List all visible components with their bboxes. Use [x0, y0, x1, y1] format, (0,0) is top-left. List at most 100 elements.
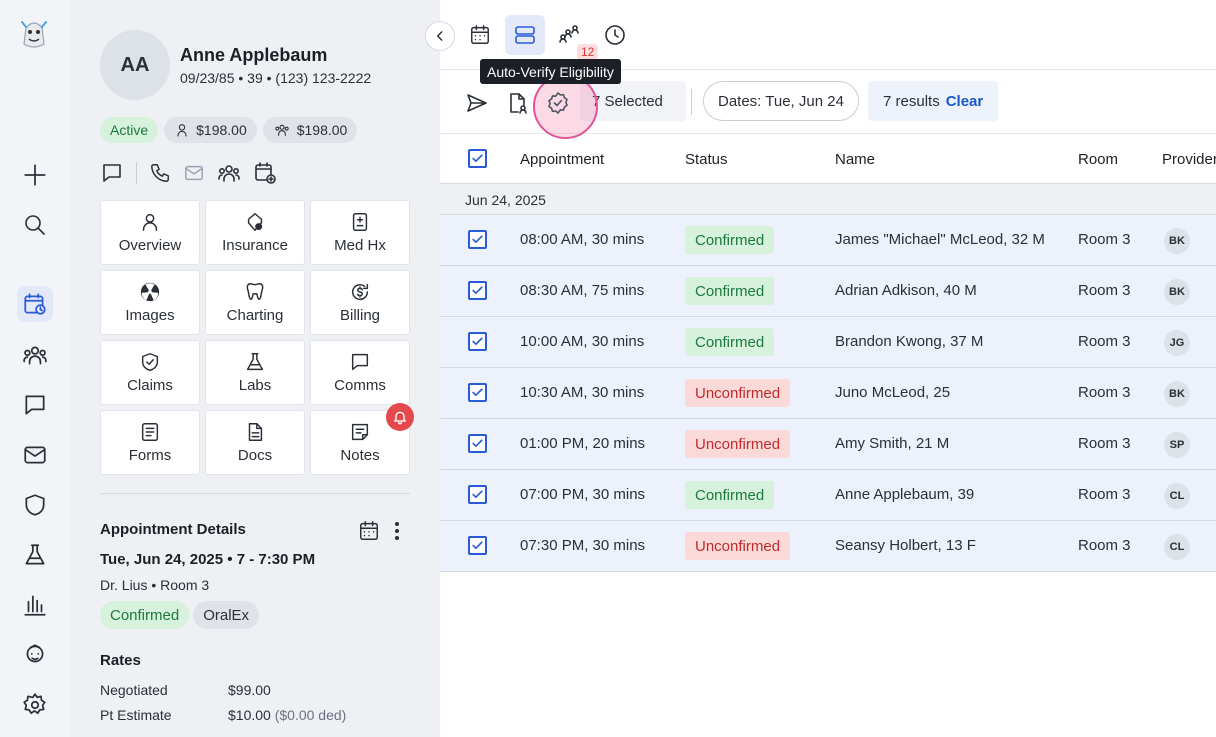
table-row[interactable]: 08:00 AM, 30 mins Confirmed James "Michael…	[440, 215, 1216, 266]
appointment-time: 08:00 AM, 30 mins	[520, 231, 645, 248]
patient-balance-badge[interactable]: $198.00	[164, 117, 257, 143]
tile-notes[interactable]: Notes	[310, 403, 414, 475]
row-checkbox[interactable]	[468, 281, 487, 300]
patient-name-cell[interactable]: Juno McLeod, 25	[835, 384, 950, 401]
patient-name-cell[interactable]: James "Michael" McLeod, 32 M	[835, 231, 1045, 248]
more-options-icon[interactable]	[394, 521, 400, 541]
rate-label: Negotiated	[100, 682, 168, 698]
column-header-name[interactable]: Name	[835, 151, 875, 168]
history-button[interactable]	[595, 15, 635, 55]
tile-label: Labs	[238, 377, 272, 394]
mail-icon[interactable]	[17, 437, 53, 473]
family-balance-value: $198.00	[296, 122, 348, 138]
collapse-panel-button[interactable]	[425, 21, 455, 51]
table-row[interactable]: 07:00 PM, 30 mins Confirmed Anne Applebaum…	[440, 470, 1216, 521]
medical-history-icon	[352, 213, 368, 231]
send-icon	[467, 94, 487, 112]
notification-bell-icon[interactable]	[386, 403, 414, 431]
patient-name-cell[interactable]: Anne Applebaum, 39	[835, 486, 974, 503]
tile-docs[interactable]: Docs	[205, 410, 305, 475]
patient-name-cell[interactable]: Brandon Kwong, 37 M	[835, 333, 983, 350]
room-cell: Room 3	[1078, 231, 1131, 248]
checkmark-icon	[472, 235, 483, 244]
chat-icon	[351, 353, 369, 371]
add-icon[interactable]	[17, 157, 53, 193]
tile-label: Billing	[339, 307, 381, 324]
row-checkbox[interactable]	[468, 383, 487, 402]
main-content: 12 Auto-Verify Eligibility 7 Selected Da…	[440, 0, 1216, 737]
clear-filters-link[interactable]: Clear	[946, 93, 984, 110]
search-icon[interactable]	[17, 207, 53, 243]
calendar-view-button[interactable]	[460, 15, 500, 55]
family-balance-badge[interactable]: $198.00	[262, 117, 358, 143]
row-checkbox[interactable]	[468, 485, 487, 504]
patient-avatar[interactable]: AA	[100, 30, 170, 100]
tile-images[interactable]: Images	[100, 270, 200, 335]
sms-icon[interactable]	[100, 161, 124, 185]
tile-labs[interactable]: Labs	[205, 340, 305, 405]
table-row[interactable]: 01:00 PM, 20 mins Unconfirmed Amy Smith, 2…	[440, 419, 1216, 470]
provider-icon[interactable]	[17, 637, 53, 673]
table-row[interactable]: 07:30 PM, 30 mins Unconfirmed Seansy Holbe…	[440, 521, 1216, 572]
status-badge: Confirmed	[685, 226, 775, 254]
tile-charting[interactable]: Charting	[205, 270, 305, 335]
results-count: 7 results	[883, 92, 940, 110]
tile-overview[interactable]: Overview	[100, 200, 200, 265]
patient-name-cell[interactable]: Amy Smith, 21 M	[835, 435, 949, 452]
app-logo[interactable]	[14, 14, 54, 54]
checkmark-icon	[472, 286, 483, 295]
table-row[interactable]: 08:30 AM, 75 mins Confirmed Adrian Adkison…	[440, 266, 1216, 317]
schedule-icon[interactable]	[17, 286, 53, 322]
patient-name-cell[interactable]: Seansy Holbert, 13 F	[835, 537, 976, 554]
rates-heading: Rates	[100, 652, 141, 669]
auto-verify-eligibility-button[interactable]	[543, 88, 573, 118]
tile-insurance[interactable]: Insurance	[205, 200, 305, 265]
table-row[interactable]: 10:30 AM, 30 mins Unconfirmed Juno McLeod,…	[440, 368, 1216, 419]
column-header-room[interactable]: Room	[1078, 151, 1118, 168]
phone-icon[interactable]	[149, 162, 171, 184]
row-checkbox[interactable]	[468, 536, 487, 555]
rate-value: $10.00	[228, 707, 271, 723]
patients-group-icon[interactable]	[17, 337, 53, 373]
appointment-actions	[358, 520, 400, 542]
tile-comms[interactable]: Comms	[310, 340, 410, 405]
tile-claims[interactable]: Claims	[100, 340, 200, 405]
messages-icon[interactable]	[17, 387, 53, 423]
tile-forms[interactable]: Forms	[100, 410, 200, 475]
patient-name-cell[interactable]: Adrian Adkison, 40 M	[835, 282, 977, 299]
email-icon[interactable]	[183, 162, 205, 184]
document-action-button[interactable]	[502, 88, 532, 118]
row-checkbox[interactable]	[468, 332, 487, 351]
contact-actions	[100, 161, 277, 185]
send-button[interactable]	[462, 88, 492, 118]
provider-avatar: BK	[1164, 228, 1190, 254]
clock-icon	[605, 25, 625, 45]
room-cell: Room 3	[1078, 282, 1131, 299]
settings-gear-icon[interactable]	[17, 687, 53, 723]
column-header-appointment[interactable]: Appointment	[520, 151, 604, 168]
calendar-icon[interactable]	[358, 520, 380, 542]
reports-chart-icon[interactable]	[17, 587, 53, 623]
family-members-icon[interactable]	[217, 161, 241, 185]
column-header-status[interactable]: Status	[685, 151, 728, 168]
person-icon	[142, 213, 158, 231]
select-all-checkbox[interactable]	[468, 149, 487, 168]
dates-filter-chip[interactable]: Dates: Tue, Jun 24	[703, 81, 859, 121]
table-row[interactable]: 10:00 AM, 30 mins Confirmed Brandon Kwong,…	[440, 317, 1216, 368]
row-checkbox[interactable]	[468, 230, 487, 249]
column-header-provider[interactable]: Provider	[1162, 151, 1216, 168]
tile-med-hx[interactable]: Med Hx	[310, 200, 410, 265]
row-checkbox[interactable]	[468, 434, 487, 453]
provider-avatar: JG	[1164, 330, 1190, 356]
checkmark-icon	[472, 490, 483, 499]
insurance-icon[interactable]	[17, 487, 53, 523]
add-appointment-icon[interactable]	[253, 161, 277, 185]
tile-billing[interactable]: Billing	[310, 270, 410, 335]
list-view-button[interactable]	[505, 15, 545, 55]
tile-label: Insurance	[222, 237, 288, 254]
provider-avatar: BK	[1164, 381, 1190, 407]
status-badge: Unconfirmed	[685, 430, 791, 458]
verified-badge-icon	[548, 92, 568, 114]
calendar-icon	[471, 25, 489, 44]
labs-icon[interactable]	[17, 537, 53, 573]
